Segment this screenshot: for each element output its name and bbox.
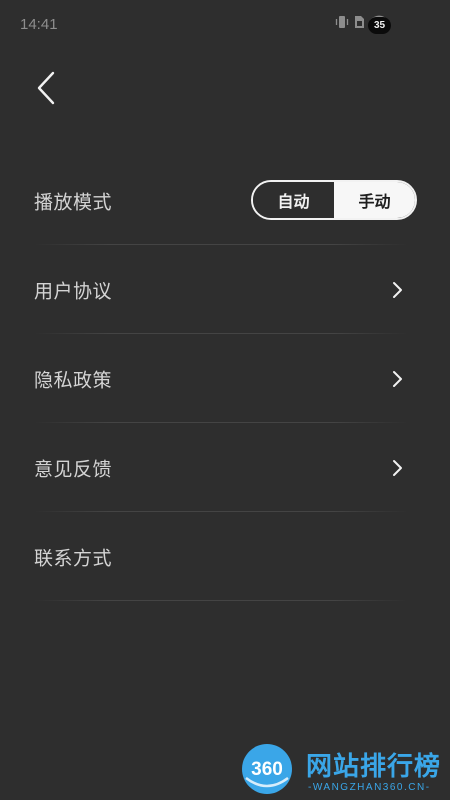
watermark-logo: 360 (242, 744, 292, 794)
watermark-logo-text: 360 (251, 759, 283, 780)
status-time: 14:41 (20, 16, 58, 33)
sim-icon (354, 15, 365, 29)
watermark-subtitle: -WANGZHAN360.CN- (308, 782, 431, 793)
playback-mode-auto-option[interactable]: 自动 (253, 182, 334, 218)
playback-mode-toggle[interactable]: 自动 手动 (251, 180, 417, 220)
settings-item-label: 意见反馈 (34, 458, 113, 480)
watermark-title: 网站排行榜 (306, 752, 442, 782)
settings-list: 播放模式 自动 手动 用户协议 隐私政策 意见反馈 联系方式 (0, 156, 450, 601)
settings-item-contact[interactable]: 联系方式 (0, 512, 450, 601)
back-button[interactable] (34, 70, 62, 106)
watermark: 360 网站排行榜 -WANGZHAN360.CN- (236, 738, 450, 800)
chevron-right-icon (393, 459, 402, 476)
chevron-right-icon (393, 370, 402, 387)
battery-indicator: 35 (368, 17, 391, 34)
settings-item-label: 用户协议 (34, 280, 113, 302)
status-bar: 14:41 35 (0, 0, 450, 52)
settings-item-privacy-policy[interactable]: 隐私政策 (0, 334, 450, 423)
settings-item-user-agreement[interactable]: 用户协议 (0, 245, 450, 334)
divider (34, 600, 408, 601)
playback-mode-label: 播放模式 (34, 191, 113, 213)
chevron-left-icon (37, 71, 55, 105)
playback-mode-manual-option[interactable]: 手动 (334, 182, 415, 218)
settings-item-label: 隐私政策 (34, 369, 113, 391)
settings-item-label: 联系方式 (34, 547, 113, 569)
playback-mode-row: 播放模式 自动 手动 (0, 156, 450, 245)
chevron-right-icon (393, 281, 402, 298)
settings-item-feedback[interactable]: 意见反馈 (0, 423, 450, 512)
vibrate-icon (335, 15, 349, 29)
